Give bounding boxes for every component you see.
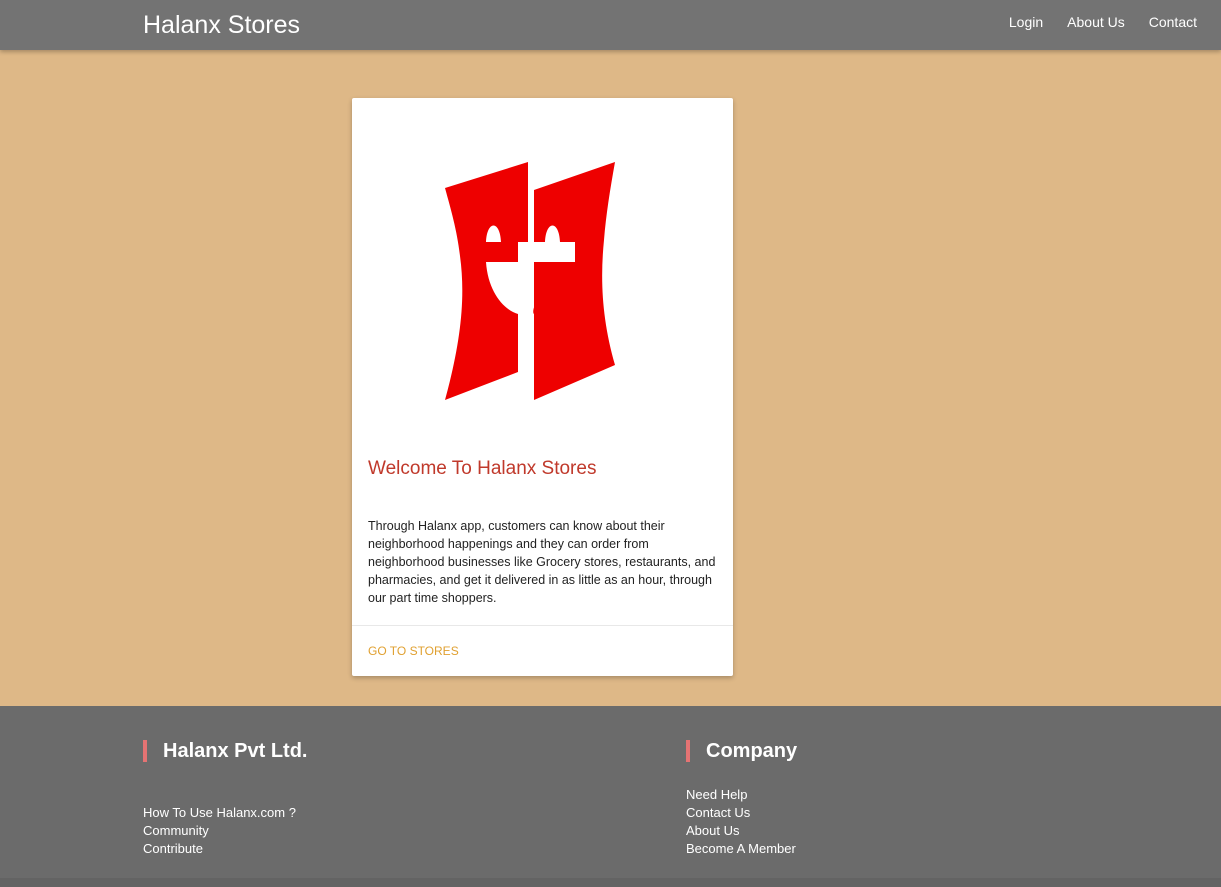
footer-company-column: Company Need Help Contact Us About Us Be… — [686, 739, 797, 858]
footer-link-how-to-use[interactable]: How To Use Halanx.com ? — [143, 805, 296, 820]
footer-link-item: Become A Member — [686, 840, 797, 858]
nav-links: Login About Us Contact — [1009, 0, 1221, 50]
card-image — [352, 98, 733, 438]
footer-link-contribute[interactable]: Contribute — [143, 841, 203, 856]
footer-link-contact-us[interactable]: Contact Us — [686, 805, 750, 820]
nav-about-us-link[interactable]: About Us — [1067, 14, 1125, 30]
nav-login-link[interactable]: Login — [1009, 14, 1043, 30]
footer-link-item: Contribute — [143, 840, 307, 858]
footer-link-item: Contact Us — [686, 804, 797, 822]
card-description: Through Halanx app, customers can know a… — [368, 519, 716, 605]
card-divider — [352, 625, 733, 626]
footer: Halanx Pvt Ltd. How To Use Halanx.com ? … — [0, 706, 1221, 887]
footer-links-left: How To Use Halanx.com ? Community Contri… — [143, 804, 307, 858]
halanx-logo-icon — [445, 162, 615, 400]
footer-link-item: How To Use Halanx.com ? — [143, 804, 307, 822]
brand-logo-text[interactable]: Halanx Stores — [143, 9, 300, 41]
welcome-card: Welcome To Halanx Stores Through Halanx … — [352, 98, 733, 676]
footer-link-become-member[interactable]: Become A Member — [686, 841, 796, 856]
footer-bottom-bar — [0, 878, 1221, 887]
card-title: Welcome To Halanx Stores — [368, 458, 597, 479]
footer-link-community[interactable]: Community — [143, 823, 209, 838]
footer-company-info-column: Halanx Pvt Ltd. How To Use Halanx.com ? … — [143, 739, 307, 858]
footer-link-item: About Us — [686, 822, 797, 840]
footer-link-need-help[interactable]: Need Help — [686, 787, 747, 802]
go-to-stores-link[interactable]: GO TO STORES — [368, 644, 459, 658]
footer-link-item: Community — [143, 822, 307, 840]
footer-link-about-us[interactable]: About Us — [686, 823, 739, 838]
footer-links-right: Need Help Contact Us About Us Become A M… — [686, 786, 797, 858]
top-navbar: Halanx Stores Login About Us Contact — [0, 0, 1221, 50]
footer-link-item: Need Help — [686, 786, 797, 804]
footer-heading-company-name: Halanx Pvt Ltd. — [143, 739, 307, 763]
nav-contact-link[interactable]: Contact — [1149, 14, 1197, 30]
footer-heading-company: Company — [686, 739, 797, 763]
